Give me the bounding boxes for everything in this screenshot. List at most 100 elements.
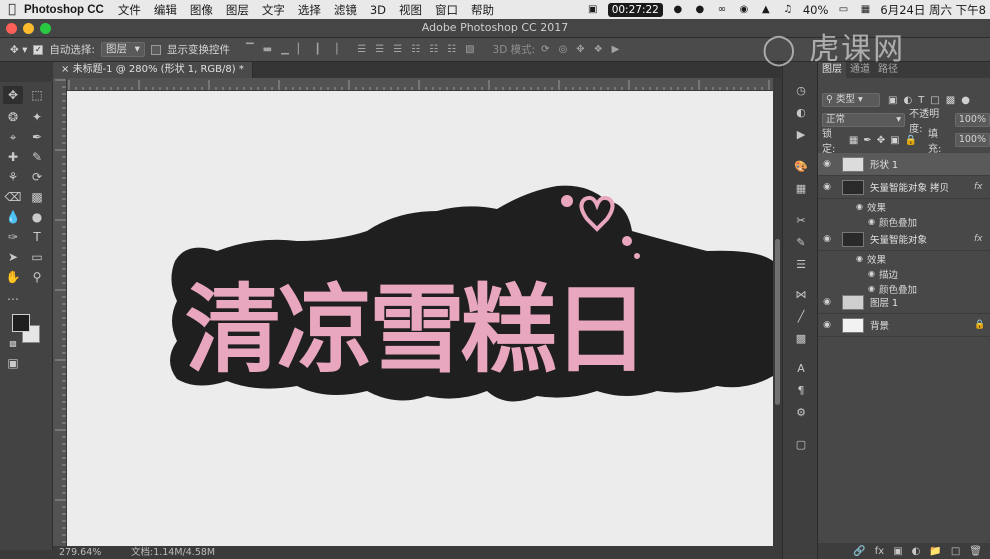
vertical-scrollbar[interactable]: [773, 91, 782, 546]
stop-icon[interactable]: ●: [671, 4, 685, 16]
filter-pixel-icon[interactable]: ▣: [888, 95, 897, 106]
color-palette-icon[interactable]: 🎨: [793, 158, 809, 174]
dodge-tool-icon[interactable]: ●: [27, 208, 47, 226]
align-left-icon[interactable]: ▏: [298, 44, 306, 55]
lock-position-icon[interactable]: ✥: [877, 135, 885, 146]
battery-percent[interactable]: 40%: [803, 3, 829, 17]
document-tab[interactable]: × 未标题-1 @ 280% (形状 1, RGB/8) *: [53, 62, 253, 78]
effect-item[interactable]: ◉ 描边: [818, 266, 990, 281]
3d-pan-icon[interactable]: ✥: [576, 44, 584, 55]
pen-tool-icon[interactable]: ✑: [3, 228, 23, 246]
character-icon[interactable]: A: [793, 360, 809, 376]
delete-layer-icon[interactable]: 🗑: [969, 546, 982, 557]
layer-row[interactable]: ◉ 形状 1: [818, 153, 990, 176]
actions-play-icon[interactable]: ▶: [793, 126, 809, 142]
tab-paths[interactable]: 路径: [874, 62, 902, 78]
new-layer-icon[interactable]: □: [951, 546, 960, 557]
history-brush-tool-icon[interactable]: ⟳: [27, 168, 47, 186]
align-right-icon[interactable]: ▕: [330, 44, 338, 55]
add-mask-icon[interactable]: ▣: [893, 546, 902, 557]
lock-icon[interactable]: 🔒: [974, 320, 990, 330]
recording-timer[interactable]: 00:27:22: [607, 2, 663, 17]
foreground-color-swatch[interactable]: [12, 314, 30, 332]
shape-tool-icon[interactable]: ▭: [27, 248, 47, 266]
link-layers-icon[interactable]: 🔗: [853, 546, 865, 557]
auto-select-dropdown[interactable]: 图层 ▾: [100, 42, 145, 57]
adjustments-icon[interactable]: ☰: [793, 256, 809, 272]
3d-cube-icon[interactable]: ▢: [793, 436, 809, 452]
distribute-left-icon[interactable]: ☷: [411, 44, 420, 55]
auto-select-checkbox[interactable]: ✓: [33, 44, 44, 55]
quick-select-tool-icon[interactable]: ✦: [27, 108, 47, 126]
blur-tool-icon[interactable]: 💧: [3, 208, 23, 226]
glyphs-icon[interactable]: ⚙: [793, 404, 809, 420]
menu-window[interactable]: 窗口: [435, 2, 458, 18]
distribute-bottom-icon[interactable]: ☰: [393, 44, 402, 55]
lettering-artwork[interactable]: 清凉雪糕日: [67, 91, 773, 546]
wifi-icon[interactable]: ▲: [759, 4, 773, 16]
visibility-eye-icon[interactable]: ◉: [818, 234, 836, 244]
layer-row[interactable]: ◉ 矢量智能对象 fx: [818, 228, 990, 251]
move-tool-preset-icon[interactable]: ✥ ▾: [10, 44, 27, 56]
menu-layer[interactable]: 图层: [226, 2, 249, 18]
layer-fx-badge[interactable]: fx: [974, 182, 990, 192]
lock-artboard-icon[interactable]: ▣: [890, 135, 899, 146]
menu-image[interactable]: 图像: [190, 2, 213, 18]
visibility-eye-icon[interactable]: ◉: [818, 320, 836, 330]
effects-group[interactable]: ◉ 效果: [818, 199, 990, 214]
stamp-tool-icon[interactable]: ⚘: [3, 168, 23, 186]
scrollbar-thumb[interactable]: [775, 239, 780, 405]
creative-cloud-icon[interactable]: ∞: [715, 4, 729, 16]
hand-tool-icon[interactable]: ✋: [3, 268, 23, 286]
layer-row[interactable]: ◉ 矢量智能对象 拷贝 fx: [818, 176, 990, 199]
document-canvas[interactable]: 清凉雪糕日: [67, 91, 773, 546]
lock-transparent-icon[interactable]: ▦: [849, 135, 858, 146]
effect-eye-icon[interactable]: ◉: [856, 254, 863, 263]
history-icon[interactable]: ◷: [793, 82, 809, 98]
menu-filter[interactable]: 滤镜: [334, 2, 357, 18]
layer-fx-badge[interactable]: fx: [974, 234, 990, 244]
close-tab-icon[interactable]: ×: [61, 64, 69, 75]
canvas-viewport[interactable]: 清凉雪糕日: [67, 91, 773, 546]
zoom-level[interactable]: 279.64%: [59, 546, 101, 559]
tool-presets-icon[interactable]: ✂: [793, 212, 809, 228]
visibility-eye-icon[interactable]: ◉: [818, 297, 836, 307]
effect-item[interactable]: ◉ 颜色叠加: [818, 214, 990, 229]
more-tools-icon[interactable]: ⋯: [3, 290, 23, 308]
color-sampler-icon[interactable]: ◐: [793, 104, 809, 120]
align-vcenter-icon[interactable]: ▬: [263, 44, 272, 55]
distribute-hcenter-icon[interactable]: ☷: [429, 44, 438, 55]
styles-icon[interactable]: ▩: [793, 330, 809, 346]
default-colors-icon[interactable]: ▩: [3, 334, 23, 352]
document-size-info[interactable]: 文档:1.14M/4.58M: [131, 546, 215, 559]
layer-row[interactable]: ◉ 背景 🔒: [818, 314, 990, 337]
eyedropper-tool-icon[interactable]: ✒: [27, 128, 47, 146]
type-tool-icon[interactable]: T: [27, 228, 47, 246]
quick-mask-icon[interactable]: ▣: [3, 354, 23, 372]
distribute-right-icon[interactable]: ☷: [447, 44, 456, 55]
lock-pixels-icon[interactable]: ✒: [863, 135, 871, 146]
3d-scale-icon[interactable]: ▶: [612, 44, 620, 55]
auto-align-icon[interactable]: ▧: [465, 44, 474, 55]
visibility-eye-icon[interactable]: ◉: [818, 159, 836, 169]
effect-eye-icon[interactable]: ◉: [868, 269, 875, 278]
mirror-icon[interactable]: ▣: [586, 4, 600, 16]
vertical-ruler[interactable]: [53, 78, 67, 546]
filter-toggle-icon[interactable]: ●: [961, 95, 970, 106]
transform-icon[interactable]: ⋈: [793, 286, 809, 302]
horizontal-ruler[interactable]: [67, 78, 773, 91]
effect-eye-icon[interactable]: ◉: [868, 217, 875, 226]
wechat-icon[interactable]: ●: [693, 4, 707, 16]
visibility-eye-icon[interactable]: ◉: [818, 182, 836, 192]
swatches-grid-icon[interactable]: ▦: [793, 180, 809, 196]
3d-rotate-icon[interactable]: ⟳: [541, 44, 549, 55]
menu-select[interactable]: 选择: [298, 2, 321, 18]
lock-all-icon[interactable]: 🔒: [905, 135, 917, 146]
move-tool-icon[interactable]: ✥: [3, 86, 23, 104]
filter-adjustment-icon[interactable]: ◐: [903, 95, 912, 106]
3d-roll-icon[interactable]: ◎: [559, 44, 568, 55]
fill-field[interactable]: 100%: [954, 133, 990, 147]
show-transform-checkbox[interactable]: [150, 44, 161, 55]
battery-icon[interactable]: ▭: [836, 4, 850, 16]
new-adjustment-icon[interactable]: ◐: [912, 546, 921, 557]
